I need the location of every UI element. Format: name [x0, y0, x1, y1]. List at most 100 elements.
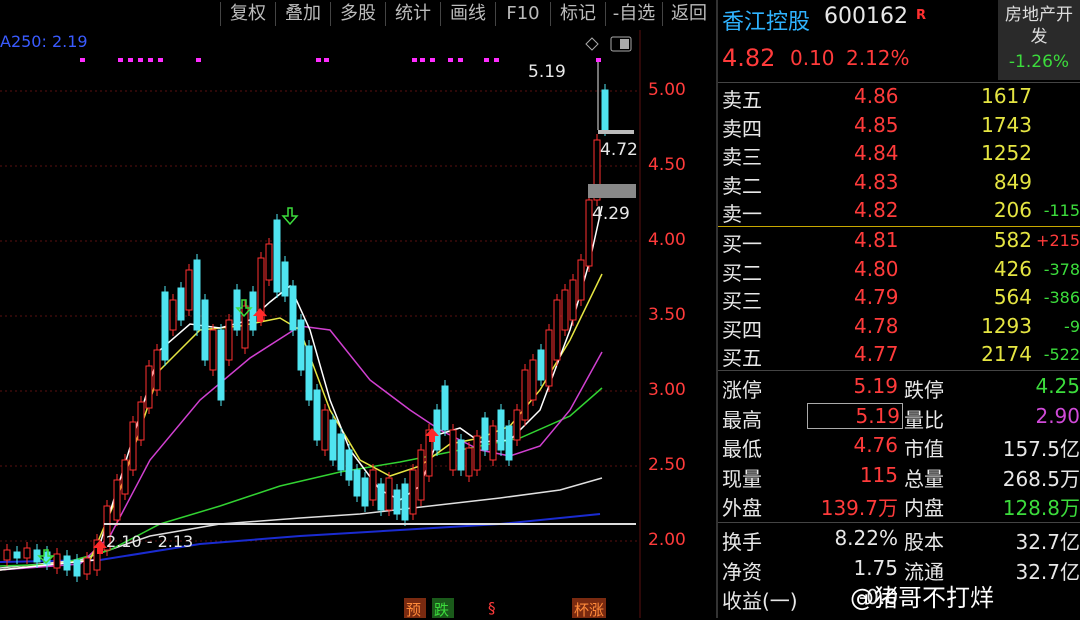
tb-fuquan-button[interactable]: 复权 [220, 2, 275, 26]
orderbook-row: 卖三 4.84 1252 [718, 141, 1080, 169]
level-delta: -386 [1043, 288, 1080, 307]
tb-zixuan-button[interactable]: -自选 [605, 2, 662, 26]
level-price: 4.86 [854, 84, 899, 108]
level-price: 4.80 [854, 256, 899, 281]
candle-body [185, 269, 193, 311]
level-label: 卖五 [722, 88, 762, 112]
stat-label: 涨停 [722, 378, 762, 402]
tb-fanhui-button[interactable]: 返回 [662, 2, 715, 26]
candle-body [393, 489, 401, 515]
tb-biaoji-button[interactable]: 标记 [550, 2, 605, 26]
candle-body [3, 549, 11, 561]
stat-value: 32.7亿 [1015, 559, 1080, 584]
stat-value: 5.19 [807, 402, 903, 429]
candle-body [265, 243, 273, 281]
level-volume: 426 [993, 256, 1032, 281]
level-label: 卖三 [722, 145, 762, 169]
candle-body [321, 409, 329, 451]
stat-label: 总量 [904, 466, 944, 491]
level-volume: 2174 [981, 342, 1032, 366]
level-volume: 582 [993, 228, 1032, 252]
orderbook-row: 卖一 4.82 206 -115 [718, 198, 1080, 226]
stock-code: 600162 [824, 4, 908, 29]
chart-tools-icon [585, 36, 632, 52]
candles [3, 84, 609, 582]
level-delta: -522 [1043, 345, 1080, 364]
stock-name[interactable]: 香江控股 [722, 4, 810, 36]
orderbook-row: 卖五 4.86 1617 [718, 84, 1080, 112]
axis-tick: 2.00 [648, 530, 686, 550]
level-delta: -115 [1043, 201, 1080, 220]
candle-body [577, 259, 585, 301]
candle-body [553, 299, 561, 361]
tb-tongji-button[interactable]: 统计 [385, 2, 440, 26]
level-price: 4.83 [854, 169, 899, 194]
tb-duogu-button[interactable]: 多股 [330, 2, 385, 26]
stat-label: 收益(一) [722, 589, 798, 613]
candle-body [153, 349, 161, 391]
kline-chart[interactable] [0, 30, 716, 618]
candle-body [161, 291, 169, 361]
level-price: 4.78 [854, 313, 899, 338]
stat-value: 2.90 [1035, 403, 1080, 428]
level-label: 买二 [722, 260, 762, 285]
candle-body [63, 555, 71, 571]
stat-label: 最低 [722, 437, 762, 461]
candle-body [505, 425, 513, 461]
level-price: 4.79 [854, 285, 899, 309]
level-volume: 1743 [981, 112, 1032, 137]
signal-mark: 杯涨 [574, 601, 605, 619]
price-change: 0.10 [790, 46, 835, 70]
orderbook-row: 卖四 4.85 1743 [718, 113, 1080, 141]
stat-label: 股本 [904, 530, 944, 554]
candle-body [217, 329, 225, 401]
candle-body [249, 291, 257, 331]
level-volume: 1252 [981, 141, 1032, 165]
orderbook-row: 买四 4.78 1293 -9 [718, 314, 1080, 342]
level-label: 4.29 [592, 204, 630, 224]
price-change-pct: 2.12% [846, 46, 910, 70]
candle-body [129, 421, 137, 471]
axis-tick: 3.50 [648, 305, 686, 325]
candle-body [83, 557, 91, 575]
level-volume: 564 [993, 285, 1032, 309]
buy-arrow-icon [93, 308, 439, 554]
candle-body [433, 409, 441, 451]
candle-body [513, 409, 521, 441]
level-price: 4.82 [854, 198, 899, 222]
tb-f10-button[interactable]: F10 [495, 2, 550, 26]
axis-tick: 2.50 [648, 455, 686, 475]
stat-label: 跌停 [904, 378, 944, 402]
level-delta: +215 [1036, 231, 1080, 250]
tb-diejia-button[interactable]: 叠加 [275, 2, 330, 26]
stat-value: 4.25 [1035, 374, 1080, 398]
candle-body [145, 365, 153, 409]
candle-body [449, 429, 457, 471]
sector-change: -1.26% [1008, 52, 1070, 72]
level-delta: -9 [1064, 316, 1080, 336]
candle-body [545, 329, 553, 387]
candle-body [521, 369, 529, 421]
stat-label: 净资 [722, 559, 762, 584]
stat-row: 换手 8.22% 股本 32.7亿 [718, 526, 1080, 554]
axis-tick: 4.50 [648, 155, 686, 175]
candle-body [529, 359, 537, 401]
sector-box[interactable]: 房地产开发 -1.26% [998, 0, 1080, 80]
orderbook-row: 卖二 4.83 849 [718, 170, 1080, 198]
candle-body [409, 469, 417, 515]
candle-body [113, 479, 121, 521]
stat-label: 外盘 [722, 496, 762, 520]
tb-huaxian-button[interactable]: 画线 [440, 2, 495, 26]
stat-row: 最低 4.76 市值 157.5亿 [718, 433, 1080, 461]
level-label: 买四 [722, 317, 762, 342]
signal-mark: 预 [406, 601, 422, 619]
stat-value: 4.76 [853, 433, 898, 457]
candle-body [297, 319, 305, 371]
candle-body [337, 433, 345, 471]
candle-body [465, 447, 473, 477]
signal-dots [80, 58, 601, 62]
level-price: 4.81 [854, 228, 899, 252]
level-price: 4.77 [854, 342, 899, 366]
stat-value: 139.7万 [820, 496, 898, 520]
candle-body [345, 449, 353, 481]
